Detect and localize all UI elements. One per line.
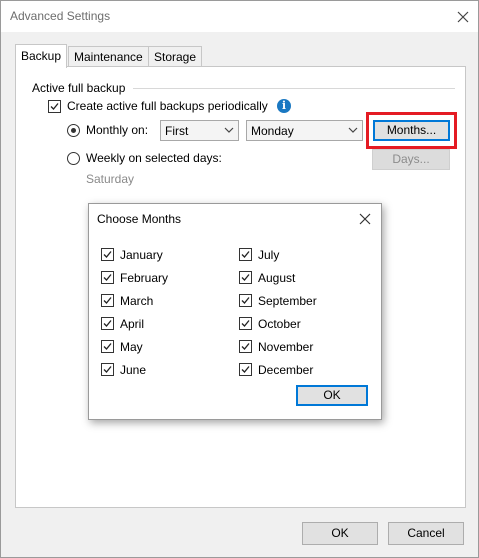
month-label: October [258, 317, 301, 331]
monthly-radio[interactable] [67, 124, 80, 137]
month-label: December [258, 363, 314, 377]
month-label: January [120, 248, 163, 262]
month-label: September [258, 294, 317, 308]
weekly-radio[interactable] [67, 152, 80, 165]
tab-maintenance[interactable]: Maintenance [68, 46, 149, 67]
checkbox[interactable] [239, 340, 252, 353]
close-icon[interactable] [453, 7, 473, 27]
tab-label: Storage [154, 50, 197, 64]
title-bar: Advanced Settings [1, 1, 478, 32]
checkbox[interactable] [101, 248, 114, 261]
group-divider [133, 88, 455, 89]
month-label: March [120, 294, 154, 308]
highlight-box [366, 112, 457, 149]
info-icon[interactable]: i [277, 99, 291, 113]
ok-button-label: OK [331, 526, 349, 540]
month-label: February [120, 271, 169, 285]
cancel-button-label: Cancel [407, 526, 445, 540]
dialog-ok-label: OK [323, 388, 341, 402]
weekly-label: Weekly on selected days: [86, 151, 222, 165]
choose-months-dialog: Choose Months January February March Apr… [88, 203, 382, 420]
checkbox[interactable] [239, 248, 252, 261]
day-select[interactable]: Monday [246, 120, 363, 141]
advanced-settings-window: Advanced Settings Backup Maintenance Sto… [0, 0, 479, 558]
weekly-days-text: Saturday [86, 172, 135, 186]
checkbox[interactable] [239, 363, 252, 376]
week-select[interactable]: First [160, 120, 239, 141]
chevron-down-icon [224, 127, 234, 133]
month-label: August [258, 271, 296, 285]
tab-label: Backup [21, 49, 62, 63]
chevron-down-icon [348, 127, 358, 133]
day-select-value: Monday [251, 124, 294, 138]
days-button-label: Days... [392, 152, 430, 166]
checkbox[interactable] [101, 294, 114, 307]
week-select-value: First [165, 124, 189, 138]
group-label: Active full backup [32, 81, 126, 95]
checkbox[interactable] [239, 317, 252, 330]
checkbox[interactable] [101, 317, 114, 330]
checkbox[interactable] [239, 294, 252, 307]
close-icon[interactable] [357, 211, 373, 230]
checkbox[interactable] [101, 271, 114, 284]
dialog-title-bar: Choose Months [89, 204, 381, 233]
month-label: November [258, 340, 314, 354]
dialog-ok-button[interactable]: OK [296, 385, 368, 406]
month-label: June [120, 363, 147, 377]
dialog-title: Choose Months [97, 212, 182, 226]
checkbox[interactable] [239, 271, 252, 284]
tab-label: Maintenance [74, 50, 143, 64]
month-label: July [258, 248, 280, 262]
monthly-label: Monthly on: [86, 123, 149, 137]
month-label: April [120, 317, 145, 331]
tab-storage[interactable]: Storage [148, 46, 203, 67]
periodic-checkbox-label: Create active full backups periodically [67, 99, 268, 113]
month-label: May [120, 340, 143, 354]
periodic-checkbox[interactable] [48, 100, 61, 113]
ok-button[interactable]: OK [302, 522, 378, 545]
tab-backup[interactable]: Backup [15, 44, 68, 68]
cancel-button[interactable]: Cancel [388, 522, 464, 545]
days-button[interactable]: Days... [372, 149, 450, 170]
window-title: Advanced Settings [10, 9, 111, 23]
checkbox[interactable] [101, 340, 114, 353]
checkbox[interactable] [101, 363, 114, 376]
